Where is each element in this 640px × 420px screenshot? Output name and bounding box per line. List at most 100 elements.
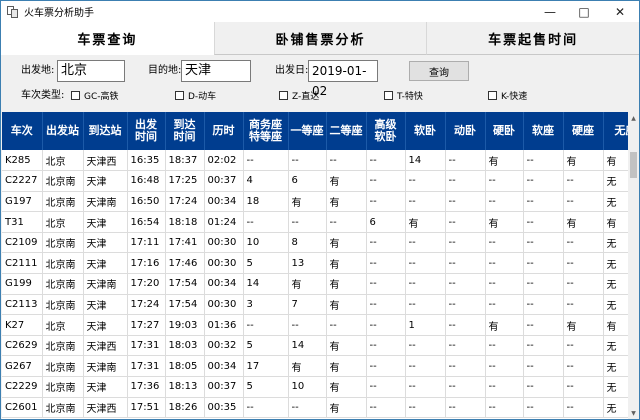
column-header[interactable]: 出发站 [42,112,84,150]
table-cell: -- [326,150,367,172]
column-header-label: 车次 [10,124,33,137]
title-bar[interactable]: 火车票分析助手 — □ ✕ [1,1,639,22]
column-header[interactable]: 一等座 [288,112,327,150]
table-cell: 有 [326,294,367,316]
column-header[interactable]: 到达站 [83,112,128,150]
filter-d-checkbox[interactable]: D-动车 [175,89,216,102]
table-cell: 有 [326,335,367,357]
tab-sale-time[interactable]: 车票起售时间 [426,22,639,55]
column-header[interactable]: 高级 软卧 [366,112,406,150]
close-icon[interactable]: ✕ [601,1,639,22]
table-cell: 有 [326,191,367,213]
table-cell: 北京 [42,314,84,336]
table-row[interactable]: C2113 北京南 天津 17:24 17:54 00:30 3 7 有 -- -- -- -- -- --… [2,294,628,316]
filter-t-checkbox[interactable]: T-特快 [384,89,423,102]
table-row[interactable]: T31 北京 天津 16:54 18:18 01:24 -- -- -- 6 有 -- 有 -- 有有 [2,211,628,233]
table-cell: 10 [288,376,327,398]
table-row[interactable]: G199 北京南 天津南 17:20 17:54 00:34 14 有有 -- -- -- -- -- -… [2,273,628,295]
scroll-down-icon[interactable]: ▼ [628,407,639,419]
column-header[interactable]: 出发 时间 [127,112,166,150]
filter-z-checkbox[interactable]: Z-直达 [279,89,319,102]
table-cell: C2229 [2,376,43,398]
table-cell: -- [405,355,446,378]
table-cell: 00:32 [204,335,244,357]
column-header[interactable]: 软座 [523,112,564,150]
vertical-scrollbar[interactable]: ▲ ▼ [628,112,639,419]
tab-ticket-query[interactable]: 车票查询 [1,22,214,55]
table-row[interactable]: K27 北京 天津 17:27 19:03 01:36 -- -- -- -- 1 -- 有 -- 有有 [2,314,628,336]
table-cell: 19:03 [165,314,205,336]
table-row[interactable]: G197 北京南 天津南 16:50 17:24 00:34 18 有有 -- -- -- -- -- -… [2,191,628,213]
table-cell: 有 [603,150,628,172]
table-row[interactable]: C2227 北京南 天津 16:48 17:25 00:37 4 6 有 -- -- -- -- -- --… [2,170,628,192]
table-cell: 00:34 [204,191,244,213]
column-header[interactable]: 动卧 [445,112,486,150]
table-cell: 有 [326,273,367,295]
table-cell: -- [523,232,564,254]
minimize-icon[interactable]: — [533,1,567,22]
table-cell: -- [485,397,524,419]
column-header[interactable]: 硬卧 [485,112,524,150]
table-cell: -- [523,355,564,378]
table-cell: -- [523,170,564,192]
scroll-thumb[interactable] [630,152,637,178]
table-row[interactable]: K285 北京 天津西 16:35 18:37 02:02 -- -- -- -- 14 -- 有 -- 有… [2,150,628,172]
scroll-up-icon[interactable]: ▲ [628,112,639,124]
table-cell: -- [445,376,486,398]
from-input[interactable]: 北京 [57,60,125,82]
table-cell: 18:18 [165,211,205,233]
table-cell: -- [445,211,486,233]
table-cell: -- [405,191,446,213]
table-cell: -- [563,170,604,192]
table-cell: 无 [603,335,628,357]
table-row[interactable]: C2601 北京南 天津西 17:51 18:26 00:35 -- -- 有 -- -- -- -- -… [2,397,628,419]
search-panel: 出发地: 北京 目的地: 天津 出发日: 2019-01-02 查询 车次类型:… [1,55,639,111]
column-header[interactable]: 历时 [204,112,244,150]
table-row[interactable]: C2109 北京南 天津 17:11 17:41 00:30 10 8 有 -- -- -- -- -- -… [2,232,628,254]
table-cell: 无 [603,170,628,192]
table-cell: 北京南 [42,294,84,316]
table-cell: 无 [603,232,628,254]
maximize-icon[interactable]: □ [567,1,601,22]
date-label: 出发日: [275,65,309,76]
table-cell: 17:16 [127,252,166,275]
date-input[interactable]: 2019-01-02 [308,60,378,98]
column-header[interactable]: 商务座 特等座 [243,112,289,150]
table-row[interactable]: C2629 北京南 天津西 17:31 18:03 00:32 5 14 有 -- -- -- -- --… [2,335,628,357]
filter-gc-checkbox[interactable]: GC-高铁 [71,89,119,102]
table-cell: 18:13 [165,376,205,398]
table-cell: 00:30 [204,294,244,316]
window-title: 火车票分析助手 [24,8,94,19]
table-cell: 5 [243,252,289,275]
table-cell: 6 [366,211,406,233]
table-cell: 18 [243,191,289,213]
filter-k-checkbox[interactable]: K-快速 [488,89,527,102]
to-input[interactable]: 天津 [181,60,251,82]
table-row[interactable]: C2111 北京南 天津 17:16 17:46 00:30 5 13 有 -- -- -- -- -- -… [2,252,628,275]
column-header-label: 到达站 [88,124,122,137]
table-cell: -- [405,252,446,275]
table-cell: -- [326,211,367,233]
train-table: 车次 出发站 到达站 出发 时间 到达 时间 历时 商务座 特等座 一等座 二等座 高级 软卧 软卧 动卧 硬卧… [2,112,628,419]
table-cell: -- [485,376,524,398]
column-header[interactable]: 二等座 [326,112,367,150]
table-row[interactable]: C2229 北京南 天津 17:36 18:13 00:37 5 10 有 -- -- -- -- -- -… [2,376,628,398]
table-cell: 北京南 [42,397,84,419]
tab-sleeper-analysis[interactable]: 卧铺售票分析 [213,22,427,55]
table-cell: 无 [603,273,628,295]
table-cell: 无 [603,397,628,419]
table-cell: 有 [563,211,604,233]
query-button[interactable]: 查询 [409,61,469,81]
table-row[interactable]: G267 北京南 天津南 17:31 18:05 00:34 17 有有 -- -- -- -- -- -… [2,355,628,378]
table-cell: -- [366,273,406,295]
column-header[interactable]: 硬座 [563,112,604,150]
column-header[interactable]: 到达 时间 [165,112,205,150]
table-cell: -- [563,273,604,295]
table-cell: 13 [288,252,327,275]
column-header[interactable]: 软卧 [405,112,446,150]
column-header[interactable]: 车次 [2,112,43,150]
table-cell: -- [366,294,406,316]
table-cell: C2629 [2,335,43,357]
table-cell: -- [366,314,406,336]
column-header[interactable]: 无座 [603,112,628,150]
